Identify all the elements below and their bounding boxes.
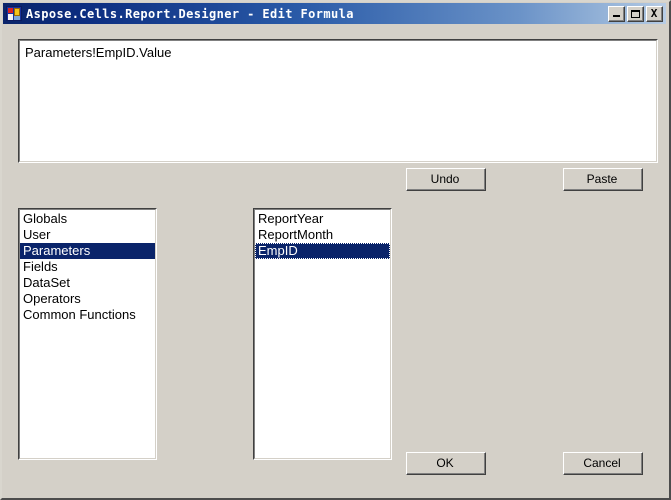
close-button[interactable]: X (646, 5, 663, 22)
undo-button-label: Undo (430, 171, 460, 186)
category-list-item[interactable]: User (20, 227, 155, 243)
dialog-client-area: Undo Paste GlobalsUserParametersFieldsDa… (3, 25, 666, 496)
category-list-item[interactable]: Globals (20, 211, 155, 227)
paste-button-label: Paste (586, 171, 618, 186)
formula-editor-frame (18, 39, 658, 163)
edit-formula-window: Aspose.Cells.Report.Designer - Edit Form… (0, 0, 671, 500)
item-list-item[interactable]: EmpID (255, 243, 390, 259)
icon-cell-red (8, 8, 13, 13)
spreadsheet-icon (6, 6, 22, 21)
category-list-item[interactable]: Operators (20, 291, 155, 307)
category-list-item[interactable]: Fields (20, 259, 155, 275)
ok-button-label: OK (436, 455, 454, 470)
paste-button[interactable]: Paste (563, 168, 643, 191)
category-list-item[interactable]: Common Functions (20, 307, 155, 323)
window-title: Aspose.Cells.Report.Designer - Edit Form… (26, 6, 354, 21)
undo-button[interactable]: Undo (406, 168, 486, 191)
icon-cell-yellow (14, 8, 20, 16)
minimize-button[interactable] (608, 5, 625, 22)
window-titlebar[interactable]: Aspose.Cells.Report.Designer - Edit Form… (3, 3, 666, 24)
maximize-button[interactable] (627, 5, 644, 22)
cancel-button-label: Cancel (583, 455, 621, 470)
window-controls: X (608, 5, 663, 22)
item-listbox[interactable]: ReportYear ReportMonth EmpID (253, 208, 392, 460)
item-listbox-items: ReportYear ReportMonth EmpID (254, 209, 391, 459)
minimize-icon (613, 14, 620, 17)
cancel-button[interactable]: Cancel (563, 452, 643, 475)
close-icon: X (650, 6, 658, 20)
formula-editor-inner (19, 40, 657, 162)
icon-cell-blue (14, 16, 20, 20)
category-listbox-items: Globals User Parameters Fields DataSet Operat… (19, 209, 156, 459)
item-list-item[interactable]: ReportMonth (255, 227, 390, 243)
item-list-item[interactable]: ReportYear (255, 211, 390, 227)
category-list-item[interactable]: DataSet (20, 275, 155, 291)
maximize-icon (631, 9, 640, 18)
category-list-item[interactable]: Parameters (20, 243, 155, 259)
category-listbox[interactable]: Globals User Parameters Fields DataSet Operat… (18, 208, 157, 460)
ok-button[interactable]: OK (406, 452, 486, 475)
icon-cell-white (8, 14, 13, 20)
formula-input[interactable] (23, 43, 656, 161)
